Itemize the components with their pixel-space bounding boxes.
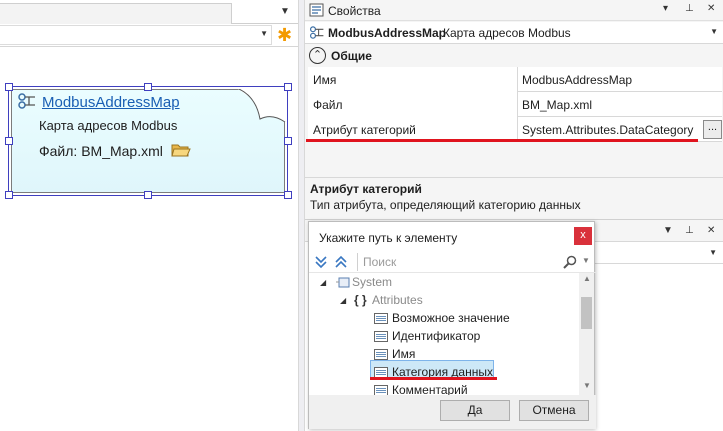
- enum-icon: [374, 331, 388, 342]
- popup-title: Укажите путь к элементу: [319, 231, 458, 245]
- resize-handle-nw[interactable]: [5, 83, 13, 91]
- folded-corner: [238, 89, 286, 123]
- popup-toolbar: Поиск ▼: [309, 252, 596, 273]
- document-tab[interactable]: [0, 3, 232, 24]
- scroll-down-icon[interactable]: ▼: [583, 381, 591, 390]
- tab-list-chevron-icon[interactable]: ▼: [280, 6, 290, 17]
- resize-handle-sw[interactable]: [5, 191, 13, 199]
- property-key: Имя: [308, 67, 518, 92]
- tree-item-system[interactable]: System: [352, 273, 392, 291]
- asterisk-icon[interactable]: ✱: [277, 25, 292, 45]
- property-value[interactable]: BM_Map.xml: [518, 92, 722, 117]
- properties-title: Свойства: [328, 4, 381, 18]
- shape-file-label: Файл: BM_Map.xml: [39, 143, 163, 159]
- dropdown-icon[interactable]: ▼: [663, 225, 673, 236]
- scroll-up-icon[interactable]: ▲: [583, 274, 591, 283]
- resize-handle-se[interactable]: [284, 191, 292, 199]
- help-pane: Атрибут категорий Тип атрибута, определя…: [305, 177, 723, 217]
- designer-toolbar: ▼ ✱: [0, 24, 298, 47]
- property-row-file[interactable]: Файл BM_Map.xml: [308, 92, 722, 117]
- address-map-icon: [18, 93, 35, 109]
- ok-button[interactable]: Да: [440, 400, 510, 421]
- resize-handle-s[interactable]: [144, 191, 152, 199]
- help-text: Тип атрибута, определяющий категорию дан…: [310, 198, 581, 212]
- tree-item-attributes[interactable]: Attributes: [372, 291, 423, 309]
- browse-button[interactable]: ...: [703, 120, 722, 139]
- property-value[interactable]: ModbusAddressMap: [518, 67, 722, 92]
- pin-icon[interactable]: ⊥: [685, 3, 694, 14]
- close-icon[interactable]: ✕: [707, 3, 715, 14]
- lower-combo[interactable]: ▼: [590, 244, 723, 264]
- expand-all-icon[interactable]: [314, 255, 328, 269]
- shape-description: Карта адресов Modbus: [39, 118, 178, 133]
- tree-item-possible-value[interactable]: Возможное значение: [392, 309, 510, 327]
- path-picker-popup: Укажите путь к элементу x Поиск ▼ ◢ Syst…: [308, 221, 596, 429]
- enum-icon: [374, 313, 388, 324]
- namespace-icon: [336, 277, 350, 288]
- dropdown-icon[interactable]: ▾: [663, 3, 668, 14]
- tree-item-name[interactable]: Имя: [392, 345, 415, 363]
- category-header[interactable]: ⌃ Общие: [305, 45, 723, 66]
- chevron-down-icon[interactable]: ▼: [260, 29, 268, 38]
- highlight-underline: [306, 139, 698, 142]
- enum-icon: [374, 349, 388, 360]
- resize-handle-e[interactable]: [284, 137, 292, 145]
- tree-item-identifier[interactable]: Идентификатор: [392, 327, 480, 345]
- object-description: Карта адресов Modbus: [443, 26, 571, 40]
- chevron-down-icon[interactable]: ▼: [710, 27, 718, 36]
- search-icon[interactable]: [562, 254, 578, 270]
- address-map-icon: [310, 26, 324, 39]
- category-label: Общие: [331, 49, 372, 63]
- popup-footer: Да Отмена: [309, 395, 596, 429]
- object-selector[interactable]: ModbusAddressMap Карта адресов Modbus ▼: [305, 22, 723, 44]
- object-name: ModbusAddressMap: [328, 26, 447, 40]
- collapse-icon[interactable]: ⌃: [309, 47, 326, 64]
- property-grid: Имя ModbusAddressMap Файл BM_Map.xml Атр…: [308, 67, 722, 142]
- selection-underline: [370, 377, 497, 380]
- chevron-down-icon[interactable]: ▼: [709, 248, 717, 257]
- resize-handle-w[interactable]: [5, 137, 13, 145]
- properties-icon: [309, 3, 324, 17]
- properties-titlebar: Свойства ▾ ⊥ ✕: [305, 0, 723, 21]
- pin-icon[interactable]: ⊥: [685, 225, 694, 236]
- resize-handle-n[interactable]: [144, 83, 152, 91]
- braces-icon: { }: [354, 293, 367, 307]
- open-folder-icon[interactable]: [171, 142, 191, 158]
- cancel-button[interactable]: Отмена: [519, 400, 589, 421]
- property-row-name[interactable]: Имя ModbusAddressMap: [308, 67, 722, 92]
- expanded-arrow-icon[interactable]: ◢: [340, 296, 346, 305]
- collapse-all-icon[interactable]: [334, 255, 348, 269]
- close-button[interactable]: x: [574, 227, 592, 245]
- help-title: Атрибут категорий: [310, 182, 422, 196]
- tree-scrollbar[interactable]: ▲ ▼: [579, 273, 594, 395]
- search-input[interactable]: Поиск ▼: [357, 253, 590, 271]
- tree-item-comment[interactable]: Комментарий: [392, 381, 468, 395]
- close-icon[interactable]: ✕: [707, 225, 715, 236]
- enum-icon: [374, 385, 388, 395]
- panel-splitter[interactable]: [298, 0, 305, 431]
- resize-handle-ne[interactable]: [284, 83, 292, 91]
- shape-title-link[interactable]: ModbusAddressMap: [42, 94, 180, 111]
- designer-area: ▼ ▼ ✱ ModbusAddressMap Карта адресов Mod…: [0, 0, 298, 431]
- search-options-chevron-icon[interactable]: ▼: [582, 256, 590, 265]
- expanded-arrow-icon[interactable]: ◢: [320, 278, 326, 287]
- search-placeholder: Поиск: [363, 255, 397, 269]
- document-tabstrip: ▼: [0, 0, 298, 24]
- scroll-thumb[interactable]: [581, 297, 592, 329]
- object-combo[interactable]: ▼: [0, 25, 272, 45]
- property-key: Файл: [308, 92, 518, 117]
